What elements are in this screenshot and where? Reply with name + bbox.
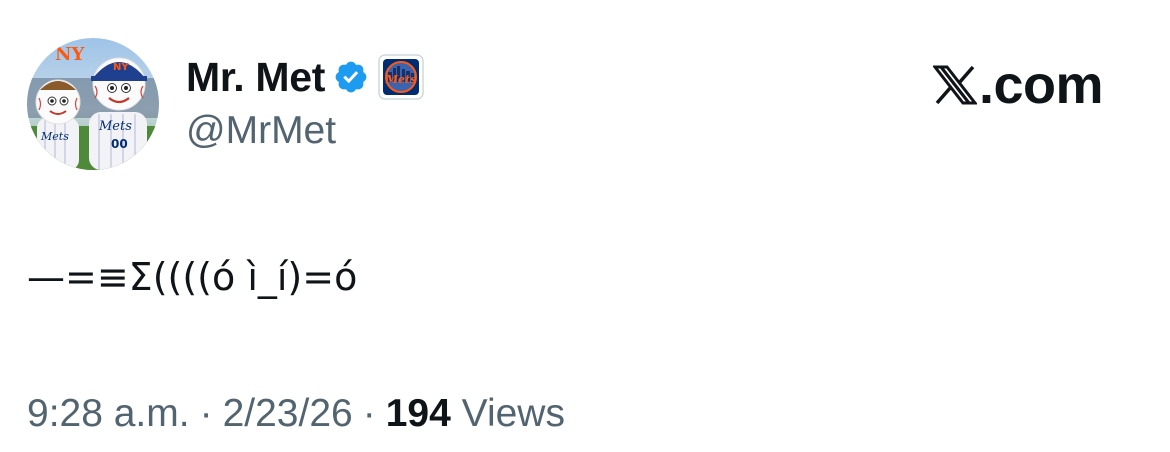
views-label: Views [461, 392, 565, 435]
mets-logo-badge-icon[interactable]: Mets [378, 54, 424, 100]
x-logo-icon [931, 65, 979, 105]
x-com-branding: .com [931, 55, 1104, 115]
svg-text:NY: NY [55, 44, 85, 65]
meta-separator: · [199, 392, 213, 435]
svg-text:Mets: Mets [40, 130, 69, 143]
tweet-date[interactable]: 2/23/26 [223, 392, 353, 435]
views-count: 194 [385, 392, 451, 435]
svg-text:Mets: Mets [98, 119, 132, 134]
tweet-time[interactable]: 9:28 a.m. [27, 392, 190, 435]
svg-text:Mets: Mets [385, 73, 416, 86]
author-display-name[interactable]: Mr. Met [186, 54, 325, 101]
author-name-row: Mr. Met Mets [186, 54, 424, 100]
svg-text:NY: NY [113, 62, 129, 73]
tweet-text: —=≡Σ((((ó ì_í)=ó [27, 255, 358, 299]
meta-separator: · [362, 392, 376, 435]
site-label: .com [979, 55, 1104, 115]
svg-text:00: 00 [111, 137, 128, 151]
tweet-meta: 9:28 a.m. · 2/23/26 · 194 Views [27, 392, 565, 436]
verified-badge-icon[interactable] [333, 59, 369, 95]
profile-avatar[interactable]: Mets Mets 00 NY NY [27, 38, 159, 170]
author-handle[interactable]: @MrMet [186, 109, 336, 153]
